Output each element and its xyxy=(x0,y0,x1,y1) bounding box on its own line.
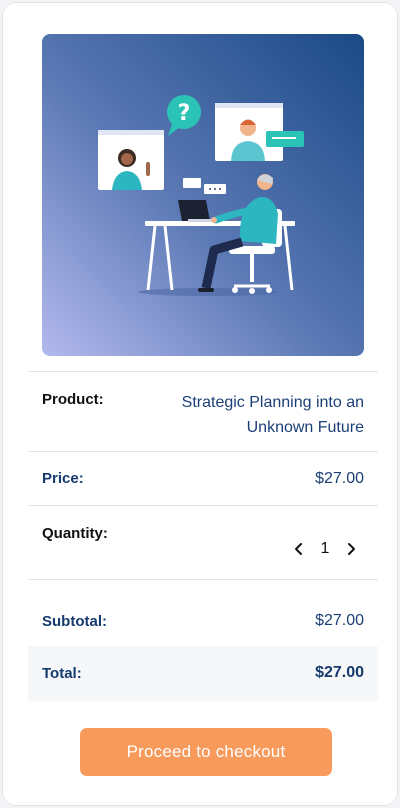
proceed-to-checkout-button[interactable]: Proceed to checkout xyxy=(80,728,332,776)
subtotal-label: Subtotal: xyxy=(42,613,107,630)
quantity-label: Quantity: xyxy=(42,525,108,542)
total-value: $27.00 xyxy=(315,664,364,681)
quantity-stepper: 1 xyxy=(286,536,364,562)
price-value: $27.00 xyxy=(315,470,364,487)
total-label: Total: xyxy=(42,665,82,682)
product-image: ? xyxy=(42,34,364,356)
product-name-link[interactable]: Strategic Planning into an Unknown Futur… xyxy=(154,390,364,440)
cart-card: ? Product: Strategic Planning into an Un… xyxy=(2,2,398,806)
subtotal-value: $27.00 xyxy=(315,612,364,629)
quantity-decrease-button[interactable] xyxy=(286,536,312,562)
chevron-right-icon xyxy=(348,543,355,555)
total-row: Total: $27.00 xyxy=(28,646,378,701)
svg-text:?: ? xyxy=(178,101,191,126)
quantity-value[interactable]: 1 xyxy=(312,540,338,558)
quantity-increase-button[interactable] xyxy=(338,536,364,562)
product-row: Product: Strategic Planning into an Unkn… xyxy=(28,371,378,451)
chevron-left-icon xyxy=(295,543,302,555)
price-row: Price: $27.00 xyxy=(28,451,378,505)
quantity-row: Quantity: 1 xyxy=(28,505,378,579)
price-label: Price: xyxy=(42,470,84,487)
product-label: Product: xyxy=(42,391,104,408)
subtotal-row: Subtotal: $27.00 xyxy=(28,579,378,646)
